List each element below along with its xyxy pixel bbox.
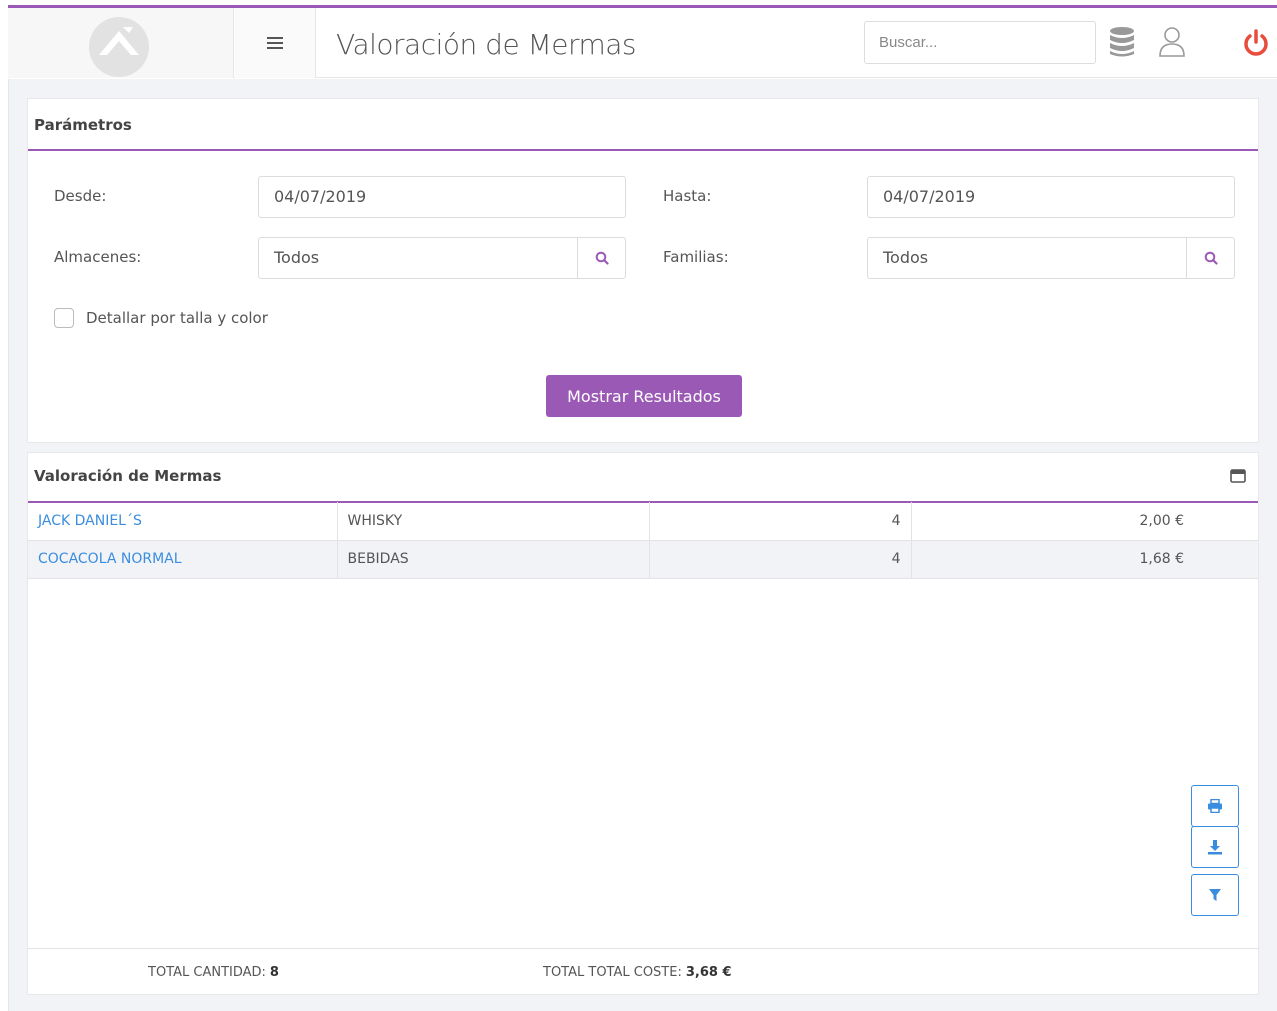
main-content: Parámetros Desde: 04/07/2019 Hasta: 04/0…: [8, 79, 1277, 1011]
app-logo[interactable]: [89, 17, 149, 77]
cost-cell: 1,68 €: [911, 540, 1258, 579]
results-table: JACK DANIEL´S WHISKY 4 2,00 € COCACOLA NORMA…: [28, 502, 1258, 579]
total-cantidad-value: 8: [269, 965, 279, 980]
results-totals-footer: TOTAL CANTIDAD: 8 TOTAL TOTAL COSTE: 3,68 …: [28, 948, 1258, 994]
results-table-body: JACK DANIEL´S WHISKY 4 2,00 € COCACOLA NORMA…: [28, 502, 1258, 579]
database-icon: [1110, 27, 1134, 57]
almacenes-label: Almacenes:: [54, 248, 142, 266]
table-row[interactable]: JACK DANIEL´S WHISKY 4 2,00 €: [28, 502, 1258, 541]
almacenes-search-button[interactable]: [577, 238, 625, 278]
params-panel: Parámetros Desde: 04/07/2019 Hasta: 04/0…: [27, 98, 1259, 443]
almacenes-field[interactable]: Todos: [258, 237, 626, 279]
familias-label: Familias:: [663, 248, 729, 266]
almacenes-value: Todos: [274, 248, 320, 267]
filter-icon: [1209, 889, 1221, 901]
detallar-checkbox[interactable]: [54, 308, 74, 328]
results-panel: Valoración de Mermas JACK DANIEL´S WHISKY…: [27, 452, 1259, 995]
results-panel-title: Valoración de Mermas: [34, 467, 222, 485]
minimize-panel-button[interactable]: [1230, 469, 1246, 488]
cost-cell: 2,00 €: [911, 502, 1258, 541]
hamburger-icon: [267, 37, 283, 49]
user-button[interactable]: [1158, 26, 1186, 63]
logo-area: [8, 8, 234, 78]
menu-toggle-button[interactable]: [235, 8, 316, 78]
app-header: Valoración de Mermas: [8, 8, 1277, 78]
desde-date-field[interactable]: 04/07/2019: [258, 176, 626, 218]
print-icon: [1208, 799, 1222, 813]
power-icon: [1244, 29, 1268, 56]
familias-field[interactable]: Todos: [867, 237, 1235, 279]
table-row[interactable]: COCACOLA NORMAL BEBIDAS 4 1,68 €: [28, 540, 1258, 579]
detallar-label[interactable]: Detallar por talla y color: [86, 309, 268, 327]
hasta-date-field[interactable]: 04/07/2019: [867, 176, 1235, 218]
logout-button[interactable]: [1242, 28, 1270, 63]
print-button[interactable]: [1191, 785, 1239, 827]
download-icon: [1208, 840, 1222, 855]
family-cell: WHISKY: [337, 502, 650, 541]
total-cantidad: TOTAL CANTIDAD: 8: [148, 965, 279, 980]
page-title: Valoración de Mermas: [336, 28, 637, 61]
familias-search-button[interactable]: [1186, 238, 1234, 278]
total-coste: TOTAL TOTAL COSTE: 3,68 €: [543, 965, 732, 980]
total-coste-label: TOTAL TOTAL COSTE:: [543, 965, 682, 980]
search-icon: [1204, 251, 1218, 265]
quantity-cell: 4: [649, 540, 912, 579]
params-panel-header: Parámetros: [28, 99, 1258, 151]
familias-value: Todos: [883, 248, 929, 267]
results-panel-header: Valoración de Mermas: [28, 453, 1258, 503]
product-name-link[interactable]: COCACOLA NORMAL: [28, 540, 338, 579]
hasta-label: Hasta:: [663, 187, 712, 205]
window-minimize-icon: [1230, 469, 1246, 483]
search-icon: [595, 251, 609, 265]
desde-label: Desde:: [54, 187, 107, 205]
total-coste-value: 3,68 €: [685, 965, 732, 980]
product-name-link[interactable]: JACK DANIEL´S: [28, 502, 338, 541]
filter-button[interactable]: [1191, 874, 1239, 916]
params-panel-title: Parámetros: [34, 116, 132, 134]
quantity-cell: 4: [649, 502, 912, 541]
logo-icon: [99, 27, 139, 55]
download-button[interactable]: [1191, 826, 1239, 868]
database-button[interactable]: [1108, 26, 1136, 63]
user-icon: [1159, 27, 1185, 57]
family-cell: BEBIDAS: [337, 540, 650, 579]
total-cantidad-label: TOTAL CANTIDAD:: [148, 965, 266, 980]
search-input[interactable]: [864, 21, 1096, 64]
show-results-button[interactable]: Mostrar Resultados: [546, 375, 742, 417]
